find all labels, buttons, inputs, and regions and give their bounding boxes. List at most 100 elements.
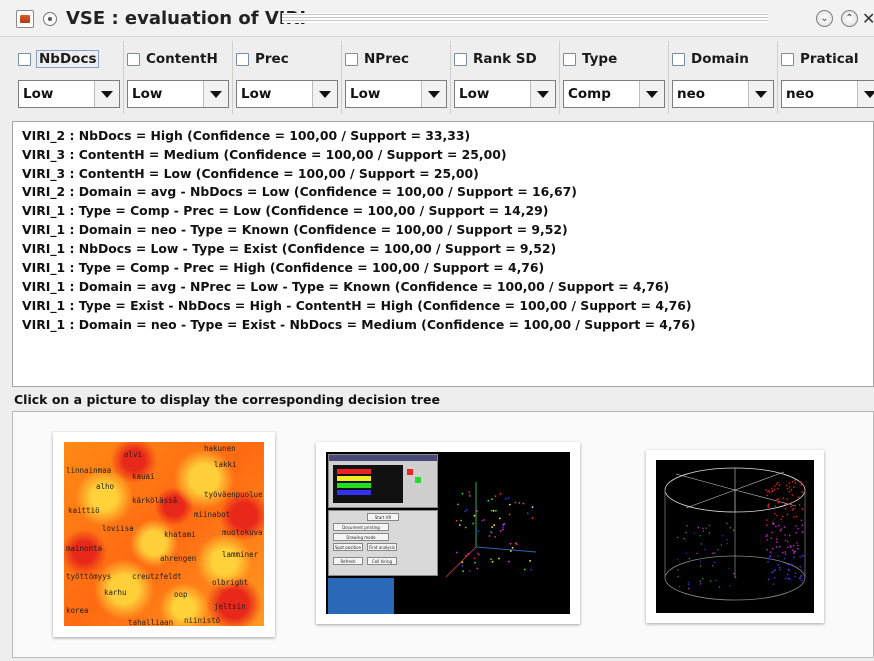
filter-label[interactable]: Prec bbox=[255, 51, 289, 67]
domain-checkbox[interactable] bbox=[672, 52, 685, 66]
heatmap-word: korea bbox=[66, 606, 89, 615]
scatter-point bbox=[491, 526, 493, 528]
scatter-point bbox=[498, 557, 500, 560]
dropdown-arrow-icon[interactable] bbox=[530, 81, 555, 107]
scatter-point bbox=[523, 568, 526, 571]
picture-instruction: Click on a picture to display the corres… bbox=[14, 392, 440, 407]
scatter-point bbox=[472, 522, 475, 525]
cylinder-point bbox=[777, 502, 780, 504]
java-app-icon[interactable] bbox=[16, 10, 34, 28]
contenth-dropdown[interactable]: Low bbox=[127, 80, 229, 108]
cylinder-point bbox=[794, 550, 796, 553]
filter-label[interactable]: NbDocs bbox=[35, 50, 100, 68]
scatter-point bbox=[498, 517, 501, 520]
heatmap-word: linnainmaa bbox=[66, 466, 112, 475]
filter-label[interactable]: ContentH bbox=[146, 51, 218, 67]
cylinder-point bbox=[687, 581, 689, 584]
cylinder-picture[interactable] bbox=[646, 450, 824, 623]
cylinder-point bbox=[775, 525, 777, 528]
title-bar-grip bbox=[282, 13, 768, 23]
rule-line: VIRI_1 : Type = Comp - Prec = Low (Confi… bbox=[22, 203, 549, 218]
cylinder-point bbox=[794, 482, 797, 484]
cylinder-point bbox=[797, 528, 799, 530]
cylinder-point bbox=[789, 563, 792, 566]
pratical-checkbox[interactable] bbox=[781, 52, 794, 66]
cylinder-point bbox=[780, 528, 783, 530]
nbdocs-checkbox[interactable] bbox=[18, 52, 31, 66]
pratical-dropdown[interactable]: neo bbox=[781, 80, 874, 108]
scatter-point bbox=[502, 526, 504, 529]
cylinder-point bbox=[785, 577, 787, 580]
filter-label[interactable]: Domain bbox=[691, 51, 749, 67]
cylinder-point bbox=[778, 524, 780, 527]
dropdown-arrow-icon[interactable] bbox=[639, 81, 664, 107]
scatter-point bbox=[464, 510, 467, 513]
dropdown-arrow-icon[interactable] bbox=[421, 81, 446, 107]
type-dropdown[interactable]: Comp bbox=[563, 80, 665, 108]
cylinder-point bbox=[768, 503, 770, 505]
dropdown-arrow-icon[interactable] bbox=[94, 81, 119, 107]
cylinder-point bbox=[802, 554, 804, 557]
heatmap-word: lamminer bbox=[222, 550, 259, 559]
dropdown-arrow-icon[interactable] bbox=[312, 81, 337, 107]
scatter-point bbox=[503, 523, 506, 525]
window-menu-icon[interactable] bbox=[43, 12, 57, 26]
cylinder-point bbox=[684, 539, 687, 541]
sector-line bbox=[675, 473, 736, 491]
nprec-checkbox[interactable] bbox=[345, 52, 358, 66]
viewer-picture[interactable]: Start VR Document printing Drawing mode Spo… bbox=[316, 442, 580, 624]
scatter-point bbox=[474, 561, 476, 564]
heatmap-picture[interactable]: olvi hakunen lakki linnainmaa kauai alho työvä… bbox=[53, 432, 275, 637]
cylinder-point bbox=[792, 501, 795, 504]
rule-line: VIRI_3 : ContentH = Low (Confidence = 10… bbox=[22, 166, 479, 181]
filter-label[interactable]: NPrec bbox=[364, 51, 409, 67]
cylinder-point bbox=[774, 512, 776, 515]
dropdown-arrow-icon[interactable] bbox=[203, 81, 228, 107]
type-checkbox[interactable] bbox=[563, 52, 576, 66]
scatter-point bbox=[522, 502, 525, 505]
rules-text-area[interactable]: VIRI_2 : NbDocs = High (Confidence = 100… bbox=[12, 121, 874, 387]
cylinder-point bbox=[779, 529, 782, 532]
maximize-button[interactable]: ⌃ bbox=[841, 10, 858, 27]
filter-label[interactable]: Type bbox=[582, 51, 617, 67]
filter-label[interactable]: Pratical bbox=[800, 51, 858, 67]
cylinder-point bbox=[784, 551, 787, 553]
filter-label[interactable]: Rank SD bbox=[473, 51, 537, 67]
dropdown-value: Low bbox=[459, 86, 490, 102]
cylinder-point bbox=[699, 535, 701, 537]
rule-line: VIRI_1 : Type = Comp - Prec = High (Conf… bbox=[22, 260, 545, 275]
nprec-dropdown[interactable]: Low bbox=[345, 80, 447, 108]
cylinder-point bbox=[677, 575, 679, 578]
scatter-point bbox=[476, 552, 479, 555]
cylinder-point bbox=[713, 552, 715, 554]
cylinder-point bbox=[788, 486, 791, 488]
close-button[interactable]: ✕ bbox=[862, 9, 874, 28]
cylinder-point bbox=[788, 503, 790, 505]
scatter-point bbox=[491, 560, 494, 563]
cylinder-point bbox=[767, 491, 769, 493]
dropdown-arrow-icon[interactable] bbox=[748, 81, 773, 107]
cylinder-point bbox=[770, 555, 772, 557]
cylinder-point bbox=[770, 537, 772, 539]
cylinder-point bbox=[800, 484, 802, 486]
cylinder-point bbox=[686, 525, 688, 527]
prec-checkbox[interactable] bbox=[236, 52, 249, 66]
cylinder-point bbox=[791, 494, 794, 496]
nbdocs-dropdown[interactable]: Low bbox=[18, 80, 120, 108]
rank-sd-checkbox[interactable] bbox=[454, 52, 467, 66]
contenth-checkbox[interactable] bbox=[127, 52, 140, 66]
cylinder-point bbox=[699, 580, 701, 582]
cylinder-point bbox=[793, 556, 795, 558]
domain-dropdown[interactable]: neo bbox=[672, 80, 774, 108]
cylinder-point bbox=[769, 551, 772, 553]
cylinder-point bbox=[777, 487, 779, 490]
cylinder-point bbox=[770, 487, 773, 490]
minimize-button[interactable]: ⌄ bbox=[816, 10, 833, 27]
prec-dropdown[interactable]: Low bbox=[236, 80, 338, 108]
heatmap-word: creutzfeldt bbox=[132, 572, 182, 581]
cylinder-point bbox=[788, 490, 791, 493]
cylinder-point bbox=[677, 569, 679, 571]
filter-domain: Domain neo bbox=[666, 41, 775, 114]
dropdown-arrow-icon[interactable] bbox=[857, 81, 874, 107]
rank-sd-dropdown[interactable]: Low bbox=[454, 80, 556, 108]
